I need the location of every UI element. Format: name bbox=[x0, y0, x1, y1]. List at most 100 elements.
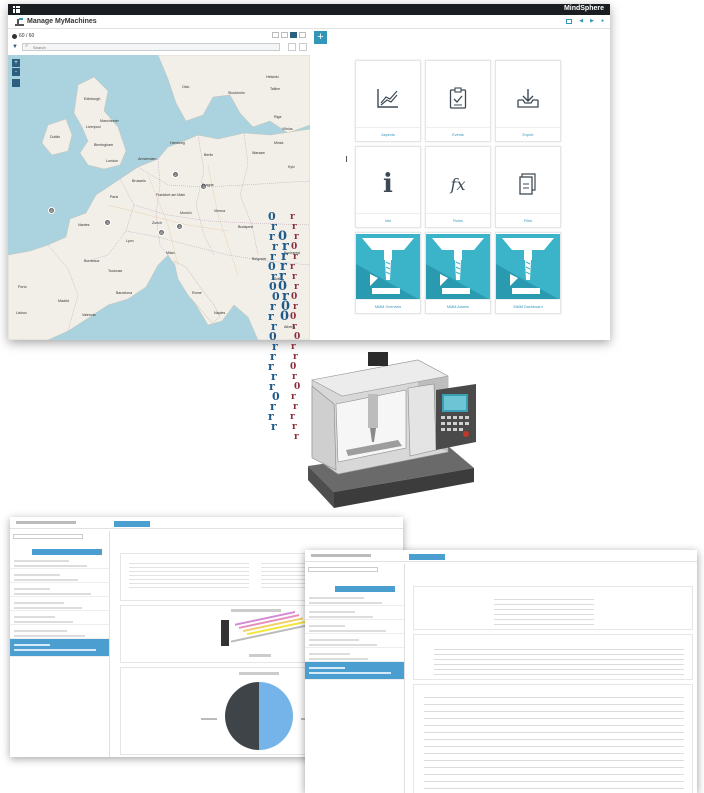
list-item-selected[interactable] bbox=[305, 662, 404, 680]
europe-map[interactable]: + - 2 3 8 3 8 3 Helsinki Oslo Stockholm … bbox=[8, 55, 310, 340]
filter-tooltip bbox=[32, 549, 102, 555]
map-cluster-marker[interactable]: 3 bbox=[176, 223, 183, 230]
binary-digit: r bbox=[293, 352, 298, 362]
list-item[interactable] bbox=[10, 569, 109, 583]
binary-digit: r bbox=[293, 402, 298, 412]
city-label: Kyiv bbox=[288, 165, 295, 169]
map-view-button[interactable] bbox=[290, 32, 297, 38]
tab-active[interactable] bbox=[409, 554, 445, 560]
list-item[interactable] bbox=[305, 634, 404, 648]
list-item[interactable] bbox=[10, 583, 109, 597]
zoom-out-button[interactable]: - bbox=[12, 68, 20, 76]
function-icon: fx bbox=[450, 174, 466, 194]
binary-stream-center: 0rrrr0r00 bbox=[278, 230, 290, 323]
tile-files[interactable]: Files bbox=[495, 146, 561, 228]
city-label: Rome bbox=[192, 291, 202, 295]
map-cluster-marker[interactable]: 3 bbox=[104, 219, 111, 226]
asset-count: 60 / 60 bbox=[19, 33, 35, 39]
layout-button[interactable] bbox=[566, 19, 573, 24]
list-search-box[interactable] bbox=[13, 534, 83, 539]
forward-arrow-icon[interactable]: ▶ bbox=[590, 19, 594, 24]
back-arrow-icon[interactable]: ◀ bbox=[579, 19, 583, 24]
city-label: Valencia bbox=[82, 313, 96, 317]
asset-panel: 60 / 60 ▼ ⌕ Search + - 2 3 8 3 8 3 Helsi… bbox=[8, 30, 310, 340]
location-button[interactable] bbox=[299, 43, 307, 51]
mouse-cursor-icon bbox=[346, 156, 350, 162]
binary-digit: 0 bbox=[291, 292, 298, 302]
binary-digit: r bbox=[271, 420, 277, 433]
composite-stage: MindSphere Manage MyMachines ◀ ▶ ● 60 / … bbox=[0, 0, 704, 793]
map-cluster-marker[interactable]: 8 bbox=[48, 207, 55, 214]
list-item[interactable] bbox=[10, 555, 109, 569]
tile-mmm-overview[interactable]: MMM Overview bbox=[355, 232, 421, 314]
info-icon: i bbox=[383, 169, 393, 199]
list-item-selected[interactable] bbox=[10, 639, 109, 657]
city-label: Lyon bbox=[126, 239, 134, 243]
binary-digit: r bbox=[294, 282, 299, 292]
search-input[interactable] bbox=[33, 44, 238, 50]
city-label: Vienna bbox=[214, 209, 226, 213]
binary-stream-right: rrr0rrrr0r0r0rr0r0rrrrr bbox=[290, 212, 300, 442]
chart-icon bbox=[356, 81, 420, 115]
binary-digit: r bbox=[294, 232, 299, 242]
tile-label: MMM Overview bbox=[356, 299, 420, 313]
tile-view-button[interactable] bbox=[281, 32, 288, 38]
map-cluster-marker[interactable]: 8 bbox=[158, 229, 165, 236]
binary-digit: r bbox=[290, 212, 295, 222]
city-label: Vilnius bbox=[282, 127, 293, 131]
window-title-placeholder bbox=[311, 554, 371, 557]
window-title-placeholder bbox=[16, 521, 76, 524]
table-view-button[interactable] bbox=[299, 32, 306, 38]
binary-digit: 0 bbox=[290, 362, 297, 372]
add-button[interactable]: + bbox=[314, 31, 327, 44]
machine-app-icon bbox=[15, 18, 24, 26]
filter-tooltip bbox=[335, 586, 395, 592]
tile-mmm-alarms[interactable]: MMM Alarms bbox=[425, 232, 491, 314]
city-label: Naples bbox=[214, 311, 226, 315]
city-label: Brussels bbox=[132, 179, 146, 183]
tile-events[interactable]: Events bbox=[425, 60, 491, 142]
view-toggle bbox=[272, 32, 306, 38]
milling-icon bbox=[496, 233, 560, 301]
tile-rules[interactable]: fx Rules bbox=[425, 146, 491, 228]
binary-digit: r bbox=[293, 252, 298, 262]
filter-icon[interactable]: ▼ bbox=[12, 44, 19, 51]
asset-count-row: 60 / 60 bbox=[8, 30, 310, 41]
city-label: Frankfurt am Main bbox=[156, 193, 186, 197]
city-label: Bordeaux bbox=[84, 259, 100, 263]
binary-digit: r bbox=[291, 342, 296, 352]
list-item[interactable] bbox=[305, 592, 404, 606]
map-cluster-marker[interactable]: 2 bbox=[172, 171, 179, 178]
list-search-box[interactable] bbox=[308, 567, 378, 572]
app-launcher-icon[interactable] bbox=[13, 6, 20, 13]
tile-mmm-dashboard[interactable]: MMM Dashboard bbox=[495, 232, 561, 314]
city-label: Milan bbox=[166, 251, 175, 255]
binary-digit: r bbox=[292, 422, 297, 432]
app-tile-grid: Aspects Events Export i Info fx Rules Fi… bbox=[355, 60, 561, 314]
search-icon: ⌕ bbox=[25, 43, 29, 49]
tile-info[interactable]: i Info bbox=[355, 146, 421, 228]
fit-bounds-button[interactable] bbox=[12, 79, 20, 87]
list-item[interactable] bbox=[305, 648, 404, 662]
brand-label: MindSphere bbox=[563, 5, 604, 12]
city-label: Helsinki bbox=[266, 75, 279, 79]
city-label: Stockholm bbox=[228, 91, 245, 95]
download-tray-icon bbox=[496, 81, 560, 115]
list-item[interactable] bbox=[10, 625, 109, 639]
list-item[interactable] bbox=[10, 611, 109, 625]
clipboard-icon bbox=[426, 81, 490, 115]
tab-active[interactable] bbox=[114, 521, 150, 527]
list-view-button[interactable] bbox=[272, 32, 279, 38]
title-bar: Manage MyMachines ◀ ▶ ● bbox=[8, 15, 610, 29]
tile-export[interactable]: Export bbox=[495, 60, 561, 142]
clear-button[interactable] bbox=[288, 43, 296, 51]
list-item[interactable] bbox=[305, 620, 404, 634]
gear-icon[interactable] bbox=[12, 33, 17, 39]
user-icon[interactable]: ● bbox=[601, 19, 604, 24]
tile-aspects[interactable]: Aspects bbox=[355, 60, 421, 142]
cnc-machine-illustration bbox=[308, 352, 476, 508]
list-item[interactable] bbox=[305, 606, 404, 620]
title-actions: ◀ ▶ ● bbox=[566, 19, 604, 24]
zoom-in-button[interactable]: + bbox=[12, 59, 20, 67]
list-item[interactable] bbox=[10, 597, 109, 611]
